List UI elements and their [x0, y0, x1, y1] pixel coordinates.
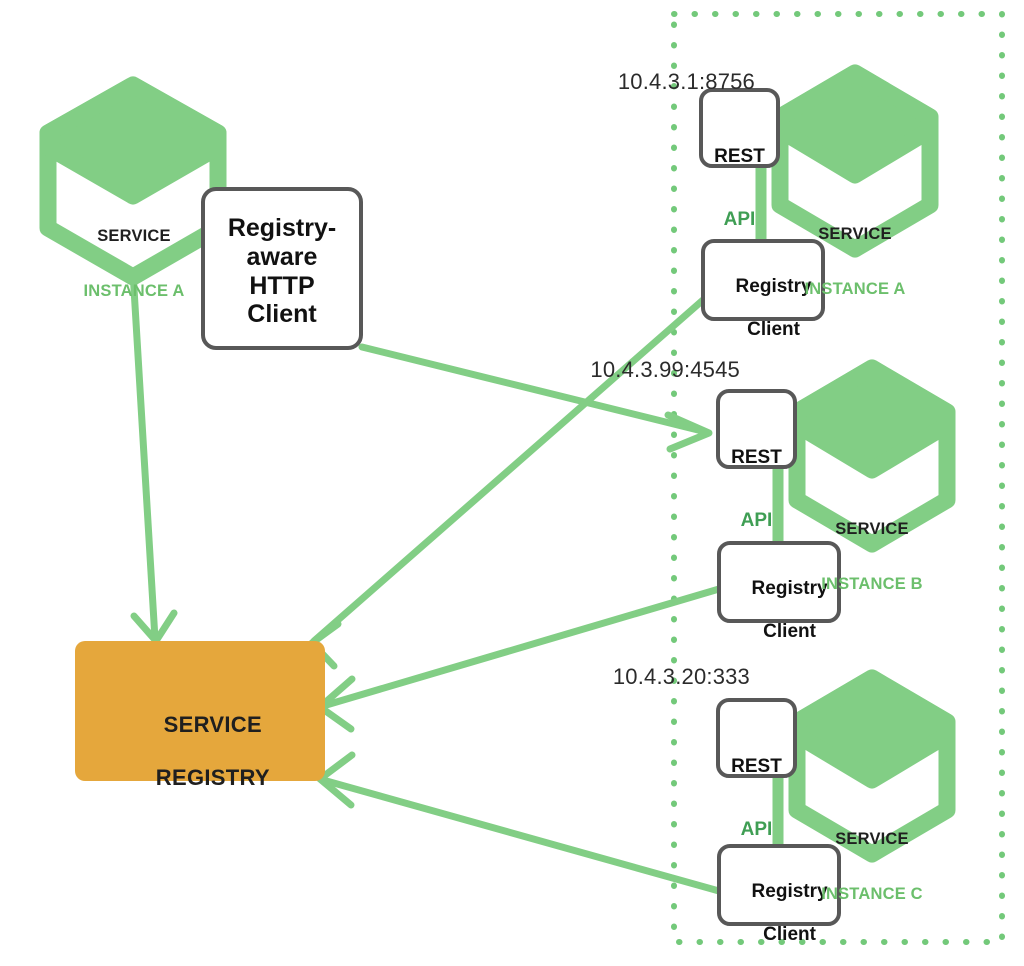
registry-client-box[interactable] — [717, 844, 841, 926]
hexagon-chevron-fill — [788, 669, 956, 789]
registry-service-instance-a — [699, 64, 939, 321]
http-client-box[interactable] — [201, 187, 363, 350]
registry-client-box[interactable] — [701, 239, 825, 321]
registry-service-instance-b — [716, 359, 956, 623]
arrow-instanceA-to-registry — [129, 268, 178, 645]
arrow-instanceB-client-to-registry — [316, 585, 723, 733]
service-registry-box[interactable] — [75, 641, 325, 781]
rest-api-box[interactable] — [716, 698, 797, 778]
service-discovery-diagram: SERVICE INSTANCE A Registry- aware HTTP … — [0, 0, 1024, 964]
hexagon-chevron-fill — [771, 64, 939, 184]
registry-client-box[interactable] — [717, 541, 841, 623]
rest-api-box[interactable] — [699, 88, 780, 168]
arrow-instanceC-client-to-registry — [316, 751, 723, 895]
arrow-httpclient-to-instanceB-restapi — [358, 343, 713, 453]
hexagon-chevron-fill — [788, 359, 956, 479]
hexagon-chevron-fill — [39, 76, 227, 205]
client-service-instance-a — [39, 76, 227, 286]
rest-api-box[interactable] — [716, 389, 797, 469]
registry-service-instance-c — [716, 669, 956, 926]
diagram-canvas — [39, 11, 1005, 945]
